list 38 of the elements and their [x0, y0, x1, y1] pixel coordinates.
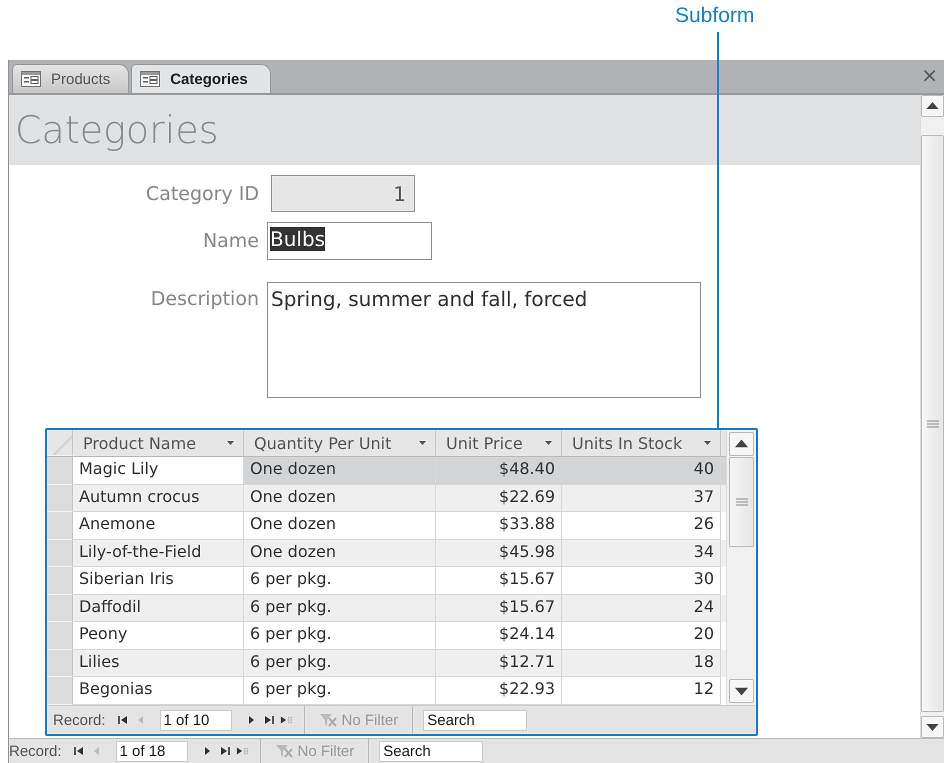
first-record-icon[interactable] — [72, 744, 86, 758]
column-header[interactable]: Unit Price — [436, 430, 562, 456]
callout-label: Subform — [675, 4, 754, 28]
scroll-up-icon[interactable] — [921, 95, 944, 117]
record-label: Record: — [53, 712, 106, 728]
funnel-icon — [274, 743, 295, 759]
table-cell: Magic Lily — [73, 457, 244, 484]
input-field[interactable]: Bulbs — [267, 222, 432, 260]
form-icon — [21, 71, 41, 87]
column-header[interactable]: Quantity Per Unit — [244, 430, 436, 456]
search-field[interactable]: Search — [379, 740, 484, 762]
record-number-field[interactable]: 1 of 18 — [116, 740, 188, 762]
form-icon — [140, 71, 160, 87]
caret-icon[interactable] — [544, 440, 553, 446]
column-header[interactable]: Product Name — [73, 430, 244, 456]
scroll-up-icon[interactable] — [729, 432, 754, 456]
scroll-thumb[interactable] — [729, 457, 754, 547]
field-label: Description — [150, 287, 259, 310]
caret-icon[interactable] — [703, 440, 712, 446]
field-label: Category ID — [144, 182, 259, 204]
caret-icon[interactable] — [226, 440, 235, 446]
column-header[interactable]: Units In Stock — [562, 430, 721, 456]
funnel-icon — [318, 712, 339, 728]
record-label: Record: — [9, 742, 62, 760]
caret-icon[interactable] — [418, 440, 427, 446]
input-field[interactable]: 1 — [271, 175, 415, 212]
first-record-icon[interactable] — [116, 713, 130, 727]
input-field[interactable]: Spring, summer and fall, forced — [267, 282, 701, 398]
scrollbar[interactable] — [726, 430, 756, 705]
document-tab[interactable]: Categories — [131, 64, 271, 93]
close-button[interactable]: × — [915, 62, 944, 90]
record-number-field[interactable]: 1 of 10 — [160, 710, 232, 730]
search-field[interactable]: Search — [423, 710, 528, 730]
field-label: Name — [202, 230, 259, 252]
form-title: Categories — [15, 108, 219, 152]
scroll-down-icon[interactable] — [729, 679, 754, 703]
scroll-down-icon[interactable] — [921, 716, 944, 738]
document-tab[interactable]: Products — [12, 64, 130, 93]
